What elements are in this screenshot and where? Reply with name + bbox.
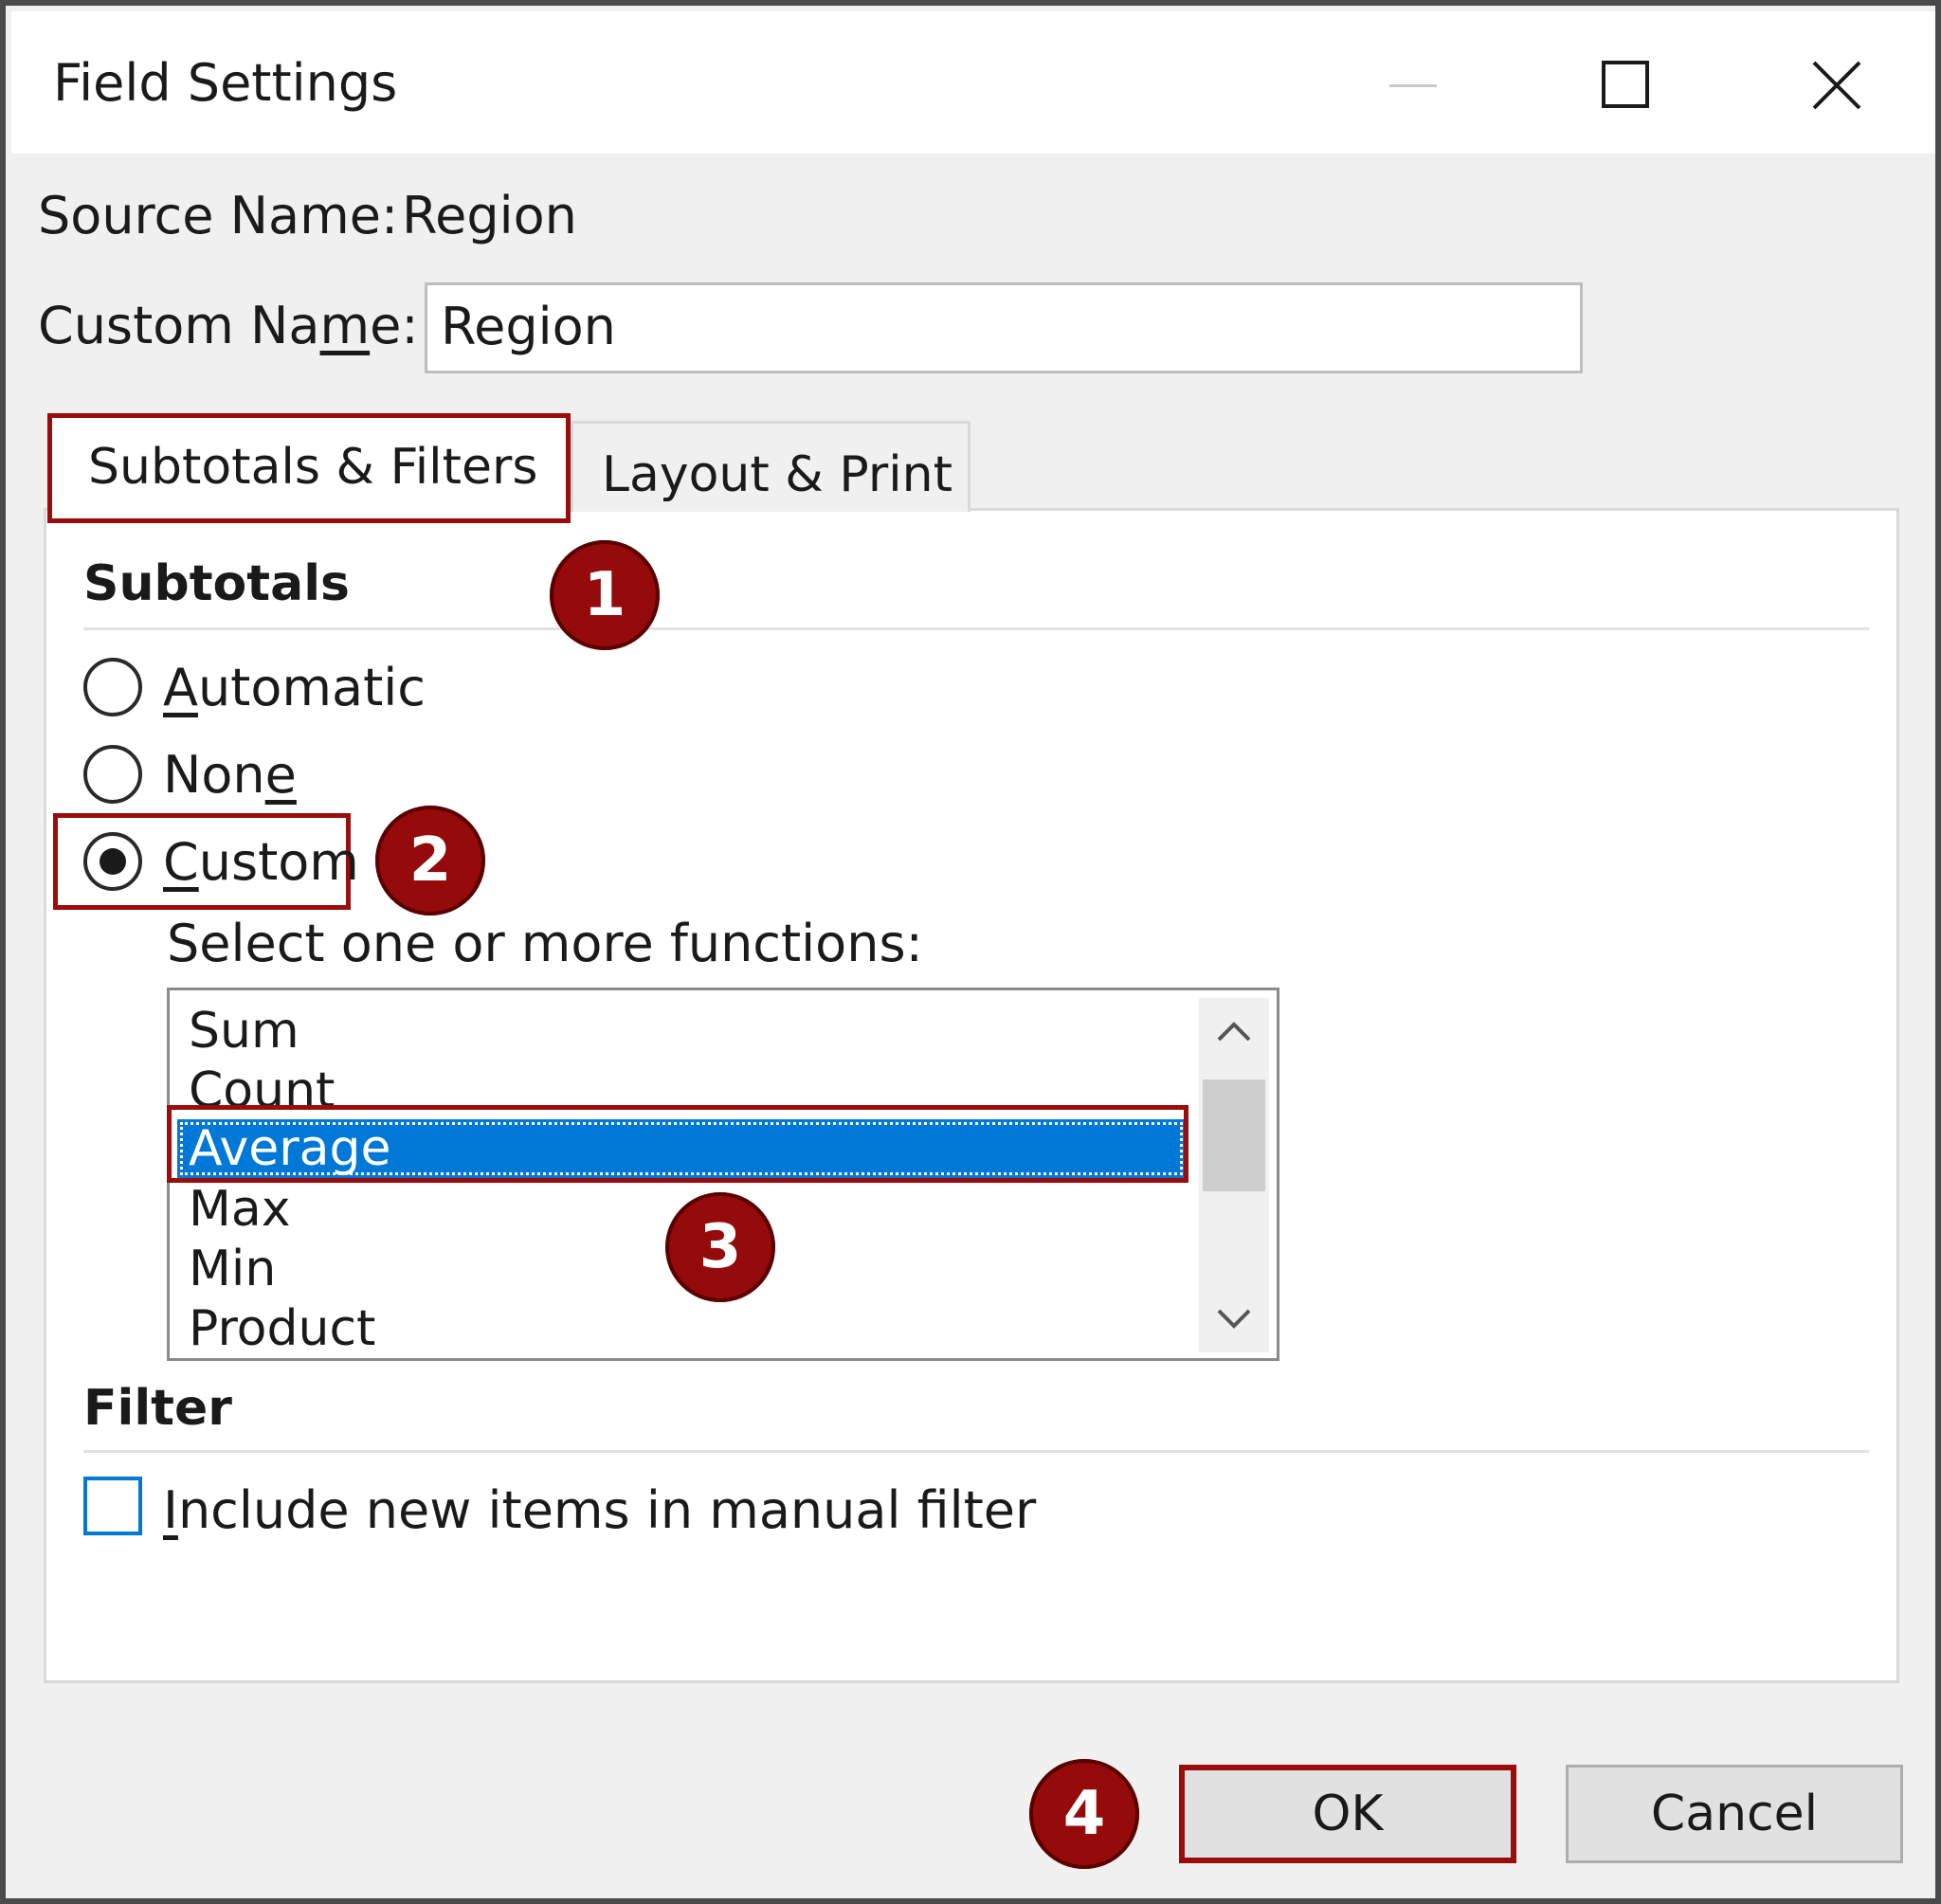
automatic-label: Automatic (163, 658, 426, 717)
chevron-up-icon (1217, 1022, 1251, 1042)
custom-label: Custom (163, 832, 359, 892)
radio-selected-dot (100, 848, 126, 875)
minimize-icon (1389, 84, 1437, 87)
chevron-down-icon (1217, 1309, 1251, 1329)
minimize-button[interactable] (1361, 38, 1475, 133)
field-settings-dialog: Field Settings Source Name: Region Custo… (0, 0, 1941, 1904)
source-name-label: Source Name: (38, 186, 399, 245)
filter-divider (83, 1450, 1869, 1453)
maximize-icon (1602, 61, 1649, 108)
include-new-items-checkbox[interactable] (83, 1477, 142, 1535)
ok-button[interactable]: OK (1179, 1765, 1516, 1863)
filter-heading: Filter (83, 1380, 232, 1437)
scroll-up-button[interactable] (1199, 998, 1269, 1064)
automatic-radio[interactable] (83, 658, 142, 716)
tab-layout-print[interactable]: Layout & Print (571, 421, 970, 512)
functions-label: Select one or more functions: (167, 914, 923, 973)
annotation-badge-4: 4 (1029, 1759, 1139, 1869)
source-name-value: Region (402, 186, 577, 245)
list-item-min[interactable]: Min (189, 1240, 276, 1298)
none-radio[interactable] (83, 745, 142, 804)
subtotals-divider (83, 627, 1869, 630)
list-item-product[interactable]: Product (189, 1299, 375, 1358)
scroll-thumb[interactable] (1203, 1079, 1265, 1191)
close-icon (1812, 61, 1861, 110)
close-button[interactable] (1780, 38, 1894, 133)
list-item-sum[interactable]: Sum (189, 1002, 299, 1061)
custom-name-label: Custom Name: (38, 296, 419, 355)
list-item-max[interactable]: Max (189, 1180, 291, 1239)
listbox-scrollbar[interactable] (1199, 998, 1269, 1352)
none-label: None (163, 745, 297, 805)
average-highlight (167, 1105, 1188, 1183)
scroll-down-button[interactable] (1199, 1286, 1269, 1352)
custom-radio[interactable] (83, 832, 142, 891)
custom-name-input[interactable]: Region (425, 282, 1583, 373)
annotation-badge-1: 1 (550, 540, 660, 650)
dialog-title: Field Settings (53, 53, 398, 113)
subtotals-heading: Subtotals (83, 555, 350, 612)
annotation-badge-3: 3 (665, 1192, 775, 1302)
cancel-button[interactable]: Cancel (1566, 1765, 1903, 1863)
tab-subtotals-filters[interactable]: Subtotals & Filters (47, 413, 571, 523)
maximize-button[interactable] (1569, 38, 1683, 133)
annotation-badge-2: 2 (375, 806, 485, 916)
title-bar: Field Settings (11, 11, 1935, 154)
include-new-items-label: Include new items in manual filter (163, 1480, 1037, 1540)
